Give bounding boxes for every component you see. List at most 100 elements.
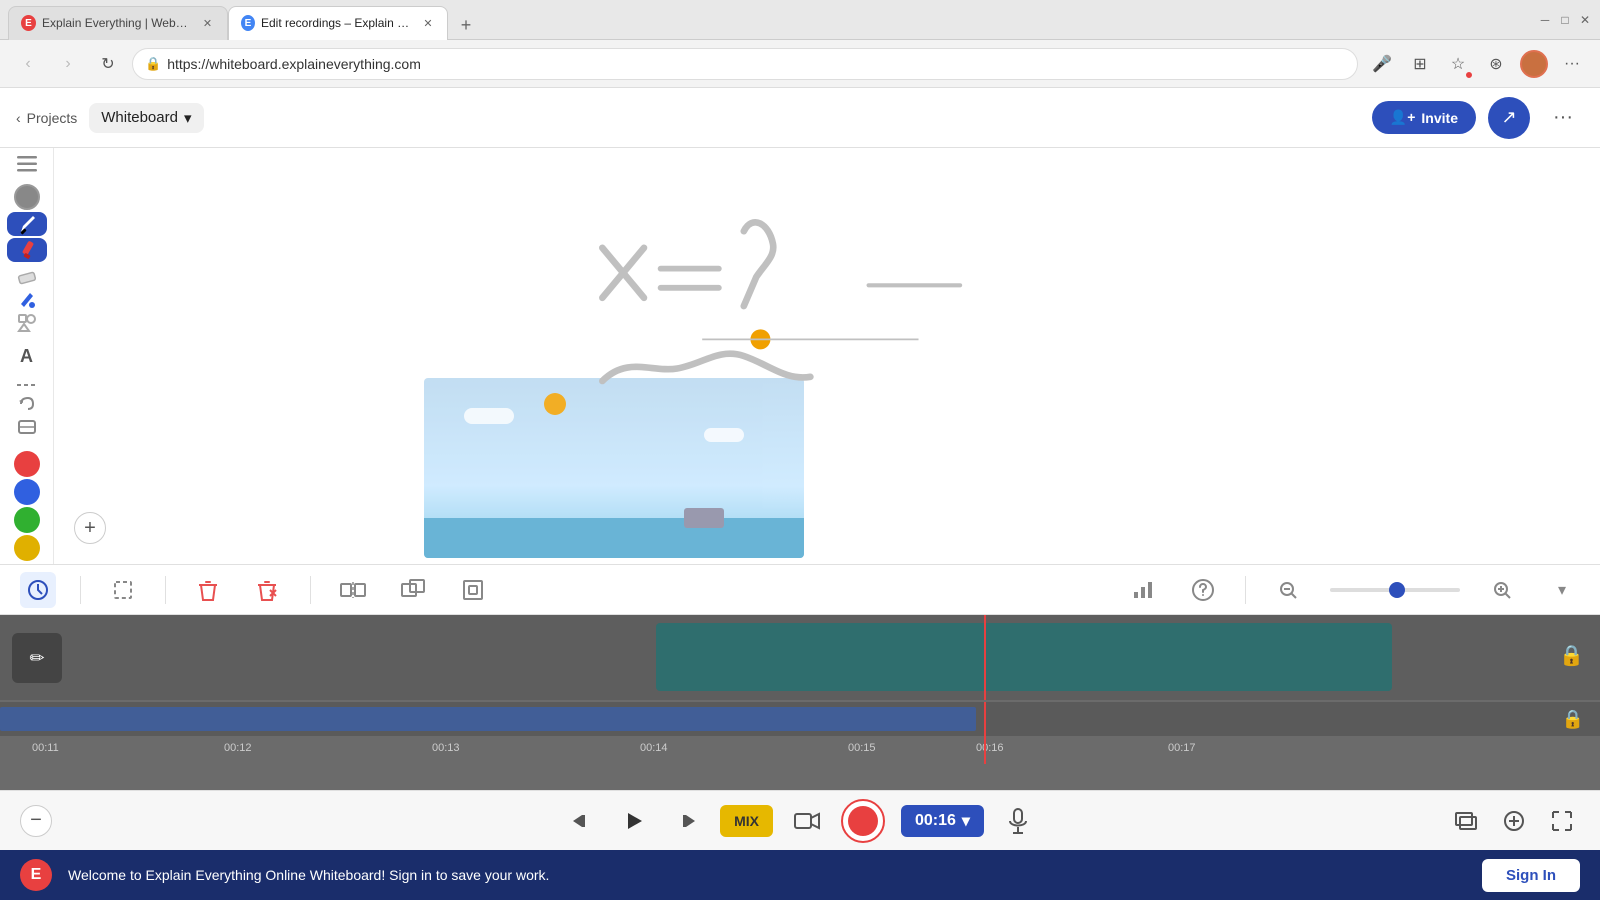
new-tab-button[interactable]: + — [452, 12, 480, 40]
maximize-button[interactable]: □ — [1558, 13, 1572, 27]
invite-label: Invite — [1421, 110, 1458, 126]
layers-button[interactable] — [7, 417, 47, 439]
track-lock-button[interactable]: 🔒 — [1559, 643, 1584, 668]
tab2-favicon: E — [241, 15, 255, 31]
pencil-edit-icon[interactable]: ✏ — [19, 640, 55, 676]
eraser-tool[interactable] — [7, 264, 47, 286]
video-record-button[interactable] — [789, 803, 825, 839]
sign-in-button[interactable]: Sign In — [1482, 859, 1580, 892]
editing-toolbar: ▾ — [0, 565, 1600, 615]
stats-button[interactable] — [1125, 572, 1161, 608]
forward-nav-button[interactable]: › — [52, 48, 84, 80]
close-button[interactable]: ✕ — [1578, 13, 1592, 27]
time-marker-17: 00:17 — [1168, 742, 1196, 754]
fullscreen-button[interactable] — [1544, 803, 1580, 839]
whiteboard-dropdown[interactable]: Whiteboard ▾ — [89, 103, 203, 133]
time-marker-12: 00:12 — [224, 742, 252, 754]
current-color-dot — [14, 184, 40, 210]
tab2-close[interactable]: ✕ — [421, 15, 435, 31]
invite-button[interactable]: 👤+ Invite — [1372, 101, 1476, 134]
trim-clip-button[interactable] — [455, 572, 491, 608]
duplicate-clip-button[interactable] — [395, 572, 431, 608]
text-tool[interactable]: A — [7, 346, 47, 367]
add-scene-button[interactable] — [1448, 803, 1484, 839]
lasso-select-button[interactable] — [105, 572, 141, 608]
yellow-swatch — [14, 535, 40, 561]
sign-in-label: Sign In — [1506, 867, 1556, 884]
logo-text: E — [31, 866, 42, 884]
time-display[interactable]: 00:16 ▾ — [901, 805, 984, 837]
timeline-area[interactable]: ✏ 🔒 🔒 — [0, 615, 1600, 790]
browser-tab-1[interactable]: E Explain Everything | Web W... ✕ — [8, 6, 228, 40]
green-color-button[interactable] — [7, 507, 47, 533]
menu-toggle-button[interactable] — [7, 156, 47, 172]
playback-controls: − — [0, 790, 1600, 850]
help-button[interactable] — [1185, 572, 1221, 608]
stroke-style-button[interactable] — [7, 379, 47, 391]
timeline-zoom-out[interactable] — [1270, 572, 1306, 608]
clip-edit-button[interactable] — [20, 572, 56, 608]
zoom-in-icon: + — [84, 517, 96, 540]
teal-clip-segment[interactable] — [656, 623, 1392, 691]
zoom-slider-thumb[interactable] — [1389, 582, 1405, 598]
highlighter-tool[interactable] — [7, 238, 47, 262]
undo-button[interactable] — [7, 393, 47, 415]
user-avatar — [1520, 50, 1548, 78]
red-color-button[interactable] — [7, 451, 47, 477]
canvas-zoom-controls: − — [20, 805, 52, 837]
blue-color-button[interactable] — [7, 479, 47, 505]
back-to-projects-button[interactable]: ‹ Projects — [16, 110, 77, 126]
share-button[interactable]: ↗ — [1488, 97, 1530, 139]
delete-clip-button[interactable] — [190, 572, 226, 608]
address-bar[interactable]: 🔒 https://whiteboard.explaineverything.c… — [132, 48, 1358, 80]
canvas-zoom-minus-button[interactable]: − — [20, 805, 52, 837]
share-icon: ↗ — [1501, 107, 1516, 128]
audio-track-lock-button[interactable]: 🔒 — [1562, 709, 1584, 730]
record-button[interactable] — [841, 799, 885, 843]
whiteboard-canvas[interactable]: + — [54, 148, 1600, 564]
back-icon: ‹ — [16, 110, 21, 126]
left-toolbar: A — [0, 148, 54, 564]
timeline-dropdown-button[interactable]: ▾ — [1544, 572, 1580, 608]
fill-tool[interactable] — [7, 288, 47, 310]
pencil-clip-box: ✏ — [12, 633, 62, 683]
fast-forward-button[interactable] — [668, 803, 704, 839]
profiles-icon[interactable] — [1518, 48, 1550, 80]
mix-button[interactable]: MIX — [720, 805, 773, 837]
app-header: ‹ Projects Whiteboard ▾ 👤+ Invite ↗ ··· — [0, 88, 1600, 148]
whiteboard-title: Whiteboard — [101, 109, 178, 126]
more-options-button[interactable]: ··· — [1542, 97, 1584, 139]
browser-tab-2[interactable]: E Edit recordings – Explain Everyth... ✕ — [228, 6, 448, 40]
canvas-zoom-button[interactable]: + — [74, 512, 106, 544]
split-clip-button[interactable] — [335, 572, 371, 608]
audio-track: 🔒 — [0, 702, 1600, 736]
minimize-button[interactable]: ─ — [1538, 13, 1552, 27]
pen-tool[interactable] — [7, 212, 47, 236]
clip-thumbnail: ✏ — [12, 633, 62, 683]
menu-icon[interactable]: ··· — [1556, 48, 1588, 80]
microphone-icon[interactable]: 🎤 — [1366, 48, 1398, 80]
blue-swatch — [14, 479, 40, 505]
microphone-button[interactable] — [1000, 803, 1036, 839]
tab1-close[interactable]: ✕ — [200, 15, 215, 31]
ruler-playhead — [984, 736, 986, 764]
refresh-button[interactable]: ↻ — [92, 48, 124, 80]
timeline-zoom-slider-container — [1330, 588, 1460, 592]
chevron-down-icon: ▾ — [184, 109, 192, 127]
yellow-color-button[interactable] — [7, 535, 47, 561]
drawing-canvas[interactable] — [54, 148, 1600, 564]
red-swatch — [14, 451, 40, 477]
rewind-button[interactable] — [564, 803, 600, 839]
collections-icon[interactable]: ⊛ — [1480, 48, 1512, 80]
extensions-icon[interactable]: ⊞ — [1404, 48, 1436, 80]
playhead[interactable] — [984, 615, 986, 700]
color-selector[interactable] — [7, 184, 47, 210]
add-button[interactable] — [1496, 803, 1532, 839]
shapes-tool[interactable] — [7, 312, 47, 334]
address-text: https://whiteboard.explaineverything.com — [167, 56, 421, 72]
favorites-icon[interactable]: ☆ — [1442, 48, 1474, 80]
timeline-zoom-in[interactable] — [1484, 572, 1520, 608]
play-pause-button[interactable] — [616, 803, 652, 839]
back-nav-button[interactable]: ‹ — [12, 48, 44, 80]
delete-all-button[interactable] — [250, 572, 286, 608]
